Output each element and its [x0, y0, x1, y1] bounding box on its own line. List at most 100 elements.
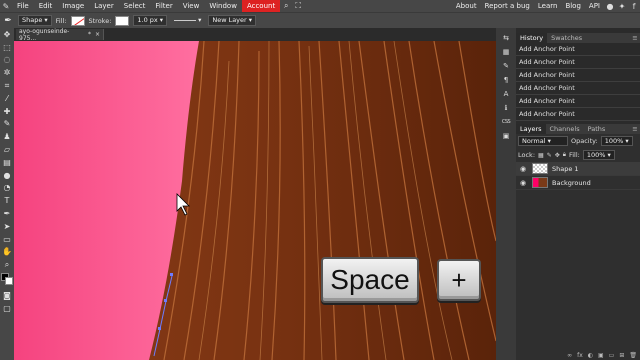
- tab-swatches[interactable]: Swatches: [547, 33, 586, 43]
- eye-icon[interactable]: ◉: [520, 179, 528, 187]
- type-tool-icon[interactable]: T: [0, 194, 14, 207]
- lock-pixels-icon[interactable]: ✎: [547, 152, 552, 159]
- history-item[interactable]: Add Anchor Point: [516, 69, 640, 82]
- quick-mask-icon[interactable]: ◙: [0, 289, 14, 302]
- document-tab[interactable]: ayo-ogunseinde-975... * ×: [16, 27, 104, 42]
- menu-about[interactable]: About: [452, 0, 481, 12]
- opacity-input[interactable]: 100% ▾: [600, 136, 633, 146]
- fill-swatch[interactable]: [70, 15, 85, 26]
- history-tabs: History Swatches ≡: [516, 33, 640, 43]
- layer-effects-icon[interactable]: fx: [577, 352, 583, 359]
- blend-mode-select[interactable]: Normal ▾: [518, 136, 568, 146]
- fill-input[interactable]: 100% ▾: [582, 150, 615, 160]
- layer-row-shape-1[interactable]: ◉ Shape 1: [516, 162, 640, 176]
- stroke-width-input[interactable]: 1.0 px ▾: [133, 15, 168, 26]
- delete-layer-icon[interactable]: 🗑︎: [629, 352, 637, 359]
- photopea-logo-icon[interactable]: ✎: [0, 0, 12, 12]
- path-select-tool-icon[interactable]: ➤: [0, 220, 14, 233]
- menubar: ✎ File Edit Image Layer Select Filter Vi…: [0, 0, 640, 12]
- screen-mode-icon[interactable]: ▢: [0, 302, 14, 315]
- menu-account[interactable]: Account: [241, 0, 281, 12]
- key-plus: +: [437, 259, 481, 301]
- tab-channels[interactable]: Channels: [546, 124, 584, 134]
- fullscreen-icon[interactable]: ⛶: [292, 0, 304, 12]
- menu-file[interactable]: File: [12, 0, 34, 12]
- zoom-tool-icon[interactable]: ⌕: [0, 258, 14, 271]
- shape-mode-select[interactable]: Shape ▾: [18, 15, 52, 26]
- healing-brush-tool-icon[interactable]: ✚: [0, 105, 14, 118]
- stroke-swatch[interactable]: [115, 15, 130, 26]
- menu-filter[interactable]: Filter: [150, 0, 177, 12]
- menu-blog[interactable]: Blog: [561, 0, 584, 12]
- new-layer-select[interactable]: New Layer ▾: [208, 15, 256, 26]
- tab-history[interactable]: History: [516, 33, 548, 43]
- background-color[interactable]: [5, 277, 13, 286]
- history-item[interactable]: Add Anchor Point: [516, 108, 640, 121]
- stroke-style-select[interactable]: ▾: [171, 15, 204, 26]
- swatches-panel-icon[interactable]: ▦: [498, 46, 514, 58]
- document-tab-title: ayo-ogunseinde-975...: [19, 27, 70, 42]
- eraser-tool-icon[interactable]: ▱: [0, 143, 14, 156]
- history-item[interactable]: Add Anchor Point: [516, 95, 640, 108]
- pen-tool-icon[interactable]: ✒: [0, 207, 14, 220]
- image-panel-icon[interactable]: ▣: [498, 130, 514, 142]
- move-tool-icon[interactable]: ✥: [0, 28, 14, 41]
- brush-panel-icon[interactable]: ✎: [498, 60, 514, 72]
- menu-view[interactable]: View: [178, 0, 205, 12]
- history-panel-icon[interactable]: ⇆: [498, 32, 514, 44]
- link-layers-icon[interactable]: ∞: [567, 352, 572, 359]
- layer-name: Shape 1: [552, 164, 579, 173]
- layer-mask-icon[interactable]: ▣: [598, 352, 604, 359]
- magic-wand-tool-icon[interactable]: ✲: [0, 66, 14, 79]
- menu-api[interactable]: API: [585, 0, 604, 12]
- eye-icon[interactable]: ◉: [520, 165, 528, 173]
- lock-transparency-icon[interactable]: ▦: [538, 152, 544, 159]
- adjustment-layer-icon[interactable]: ◐: [588, 352, 593, 359]
- menu-edit[interactable]: Edit: [34, 0, 58, 12]
- new-layer-icon[interactable]: ⊞: [619, 352, 624, 359]
- history-item[interactable]: Add Anchor Point: [516, 43, 640, 56]
- paragraph-panel-icon[interactable]: ¶: [498, 74, 514, 86]
- marquee-tool-icon[interactable]: ⬚: [0, 41, 14, 54]
- color-swatches[interactable]: [0, 271, 14, 289]
- chevron-down-icon: ▾: [44, 16, 48, 24]
- layer-name: Background: [552, 178, 591, 187]
- menu-learn[interactable]: Learn: [534, 0, 562, 12]
- lasso-tool-icon[interactable]: ◌: [0, 54, 14, 67]
- brush-tool-icon[interactable]: ✎: [0, 118, 14, 131]
- new-group-icon[interactable]: ▭: [609, 352, 615, 359]
- menu-window[interactable]: Window: [204, 0, 242, 12]
- menu-select[interactable]: Select: [119, 0, 151, 12]
- history-item[interactable]: Add Anchor Point: [516, 82, 640, 95]
- clone-stamp-tool-icon[interactable]: ♟: [0, 130, 14, 143]
- history-item[interactable]: Add Anchor Point: [516, 56, 640, 69]
- facebook-icon[interactable]: f: [628, 0, 640, 12]
- character-panel-icon[interactable]: A: [498, 88, 514, 100]
- pen-icon[interactable]: ✒: [2, 15, 14, 27]
- hand-tool-icon[interactable]: ✋: [0, 246, 14, 259]
- lock-fill-row: Lock: ▦ ✎ ✥ 🔒︎ Fill: 100% ▾: [516, 148, 640, 162]
- lock-all-icon[interactable]: 🔒︎: [563, 151, 566, 159]
- eyedropper-tool-icon[interactable]: ⁄: [0, 92, 14, 105]
- reddit-icon[interactable]: ●: [604, 0, 616, 12]
- blur-tool-icon[interactable]: ●: [0, 169, 14, 182]
- menu-image[interactable]: Image: [57, 0, 89, 12]
- gradient-tool-icon[interactable]: ▤: [0, 156, 14, 169]
- image-canvas[interactable]: [14, 41, 496, 360]
- search-icon[interactable]: ⌕: [280, 0, 292, 12]
- panel-menu-icon[interactable]: ≡: [630, 33, 640, 43]
- crop-tool-icon[interactable]: ⌗: [0, 79, 14, 92]
- menu-layer[interactable]: Layer: [89, 0, 119, 12]
- css-panel-icon[interactable]: CSS: [498, 116, 514, 128]
- tab-layers[interactable]: Layers: [516, 124, 546, 134]
- rectangle-tool-icon[interactable]: ▭: [0, 233, 14, 246]
- info-panel-icon[interactable]: ℹ: [498, 102, 514, 114]
- dodge-tool-icon[interactable]: ◔: [0, 182, 14, 195]
- lock-position-icon[interactable]: ✥: [555, 152, 560, 159]
- tab-paths[interactable]: Paths: [584, 124, 610, 134]
- panel-menu-icon[interactable]: ≡: [630, 124, 640, 134]
- layer-row-background[interactable]: ◉ Background: [516, 176, 640, 190]
- twitter-icon[interactable]: ✦: [616, 0, 628, 12]
- menu-report-bug[interactable]: Report a bug: [481, 0, 534, 12]
- document-tab-close[interactable]: ×: [95, 31, 103, 38]
